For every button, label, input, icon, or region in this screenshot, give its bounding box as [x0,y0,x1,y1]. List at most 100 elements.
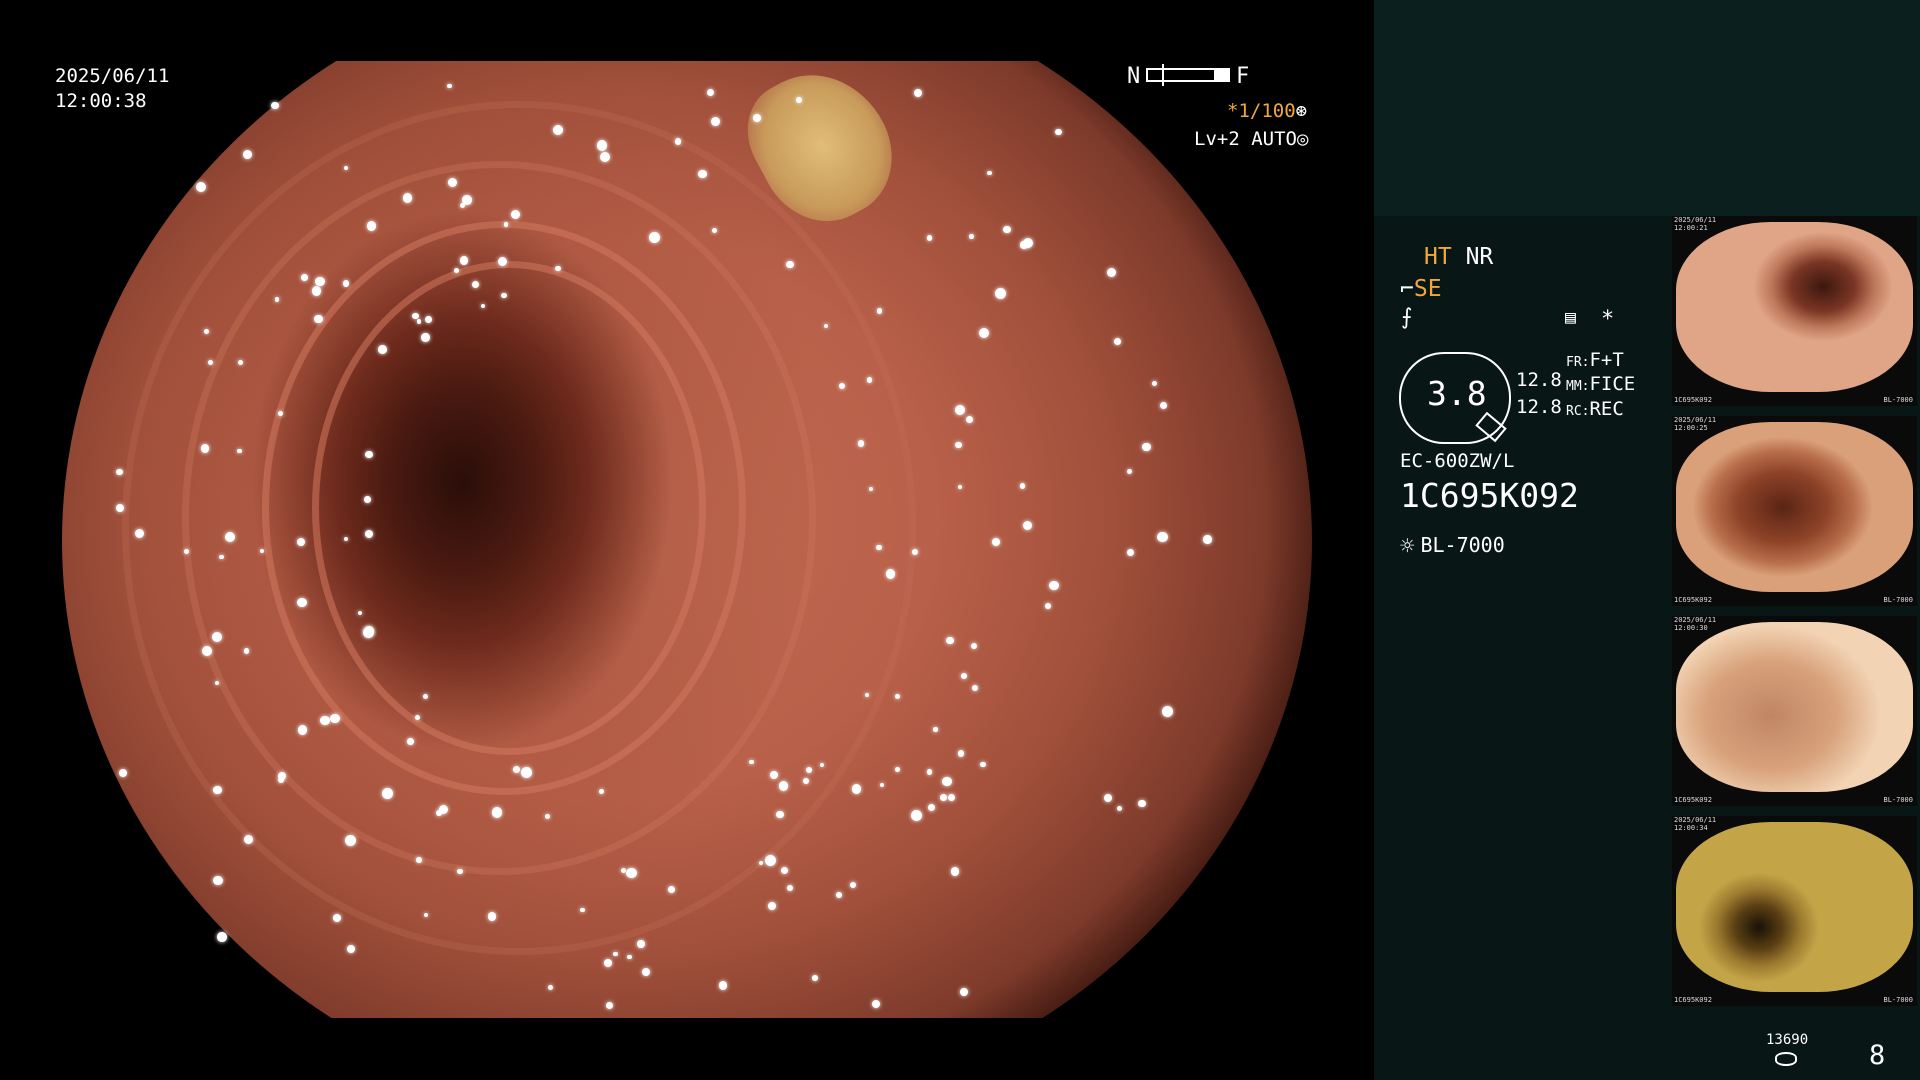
specular-highlight [957,484,963,489]
specular-highlight [752,114,761,122]
specular-highlight [402,193,412,203]
scope-model: EC-600ZW/L [1400,450,1515,472]
specular-highlight [961,673,967,679]
scale-fill [1214,70,1228,80]
thumbnail-2[interactable]: 2025/06/11 12:00:25 1C695K092 BL-7000 [1672,416,1917,606]
specular-highlight [767,902,776,911]
specular-highlight [184,548,189,554]
ht-label: HT [1424,244,1452,270]
specular-highlight [769,770,778,779]
specular-highlight [911,809,923,821]
specular-highlight [604,959,612,968]
thumbnail-image [1676,622,1913,792]
specular-highlight [1048,580,1059,591]
specular-highlight [315,277,325,287]
specular-highlight [926,769,933,775]
specular-highlight [718,981,728,990]
rc-setting: RC:REC [1566,398,1624,420]
date-text: 2025/06/11 [55,65,170,87]
scope-serial: 1C695K092 [1400,476,1579,515]
specular-highlight [1160,402,1168,409]
specular-highlight [544,814,550,820]
specular-highlight [857,440,864,447]
thumbnail-4[interactable]: 2025/06/11 12:00:34 1C695K092 BL-7000 [1672,816,1917,1006]
time-text: 12:00:38 [55,90,147,112]
specular-highlight [706,89,714,97]
specular-highlight [213,785,222,795]
specular-highlight [521,766,532,778]
specular-highlight [875,544,882,551]
specular-highlight [423,693,429,699]
specular-highlight [1107,268,1117,278]
specular-highlight [780,866,788,874]
specular-highlight [365,451,373,459]
specular-highlight [214,681,219,686]
specular-highlight [957,750,965,757]
specular-highlight [942,776,952,786]
specular-highlight [850,882,857,889]
image-count: 13690 [1766,1032,1809,1048]
specular-highlight [912,549,919,556]
specular-highlight [641,968,650,977]
thumbnail-serial: 1C695K092 [1674,796,1712,804]
zoom-value-2: 12.8 [1516,396,1562,418]
specular-highlight [1116,805,1123,812]
specular-highlight [1126,469,1133,475]
specular-highlight [626,867,637,879]
mm-key: MM: [1566,379,1590,394]
specular-highlight [416,856,422,863]
nr-label: NR [1465,244,1494,270]
storage-icon [1775,1052,1797,1066]
thumbnail-image [1676,822,1913,992]
thumbnail-serial: 1C695K092 [1674,396,1712,404]
endoscope-image [62,61,1312,1018]
thumbnail-1[interactable]: 2025/06/11 12:00:21 1C695K092 BL-7000 [1672,216,1917,406]
specular-highlight [939,794,947,802]
thumbnail-status: BL-7000 [1883,796,1913,804]
specular-highlight [421,333,430,342]
specular-highlight [955,405,966,416]
specular-highlight [880,782,885,788]
brightness-mode-icon: ◎ [1296,128,1309,150]
specular-highlight [928,803,936,811]
specular-highlight [1104,794,1113,803]
specular-highlight [195,181,207,193]
specular-highlight [217,932,227,942]
level-text: Lv+2 AUTO [1194,128,1297,150]
datetime: 2025/06/11 12:00:38 [55,64,169,114]
thumbnail-3[interactable]: 2025/06/11 12:00:30 1C695K092 BL-7000 [1672,616,1917,806]
specular-highlight [969,234,974,239]
specular-highlight [200,444,210,453]
specular-highlight [926,235,933,241]
specular-highlight [501,292,507,299]
thumbnail-caption: 2025/06/11 12:00:21 [1674,216,1717,232]
specular-highlight [462,195,472,206]
shutter-speed: *1/100⊛ [1227,100,1307,122]
specular-highlight [786,885,793,891]
specular-highlight [381,787,393,799]
specular-highlight [333,914,342,923]
specular-highlight [342,280,349,287]
thumbnail-image [1676,422,1913,592]
specular-highlight [851,784,861,794]
specular-highlight [407,738,414,745]
specular-highlight [991,538,1000,547]
gauge-value: 3.8 [1427,374,1487,413]
specular-highlight [1142,442,1151,451]
mm-setting: MM:FICE [1566,373,1635,395]
specular-highlight [364,496,371,503]
specular-highlight [820,762,825,767]
specular-highlight [1045,603,1052,609]
specular-highlight [966,416,974,424]
specular-highlight [119,769,128,778]
specular-highlight [1137,799,1146,808]
specular-highlight [297,725,308,735]
info-panel-header [1374,0,1920,216]
specular-highlight [237,359,243,365]
scale-near-label: N [1127,64,1141,89]
specular-highlight [301,274,308,281]
memo-icon: ▤ [1565,307,1576,328]
focus-scale-bar [1146,64,1230,86]
scale-far-label: F [1236,64,1250,89]
zoom-value-1: 12.8 [1516,369,1562,391]
